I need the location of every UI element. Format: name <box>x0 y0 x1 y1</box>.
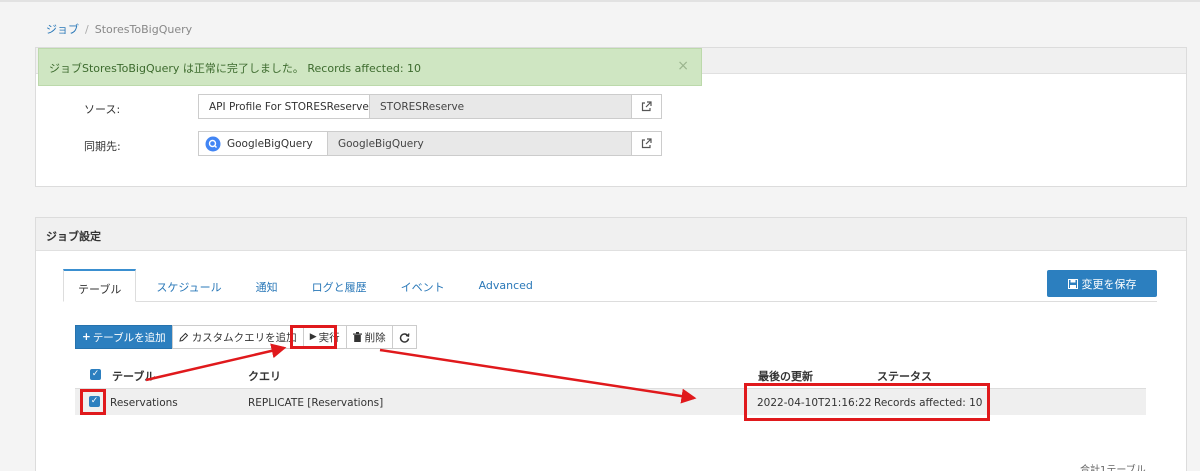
close-icon[interactable]: × <box>677 59 689 73</box>
table-total-count: 合計1テーブル <box>1080 465 1146 471</box>
arrow-to-run <box>145 343 287 382</box>
arrow-to-result <box>379 348 697 404</box>
success-alert: ジョブStoresToBigQuery は正常に完了しました。 Records … <box>38 48 702 86</box>
alert-message: ジョブStoresToBigQuery は正常に完了しました。 Records … <box>49 62 422 75</box>
